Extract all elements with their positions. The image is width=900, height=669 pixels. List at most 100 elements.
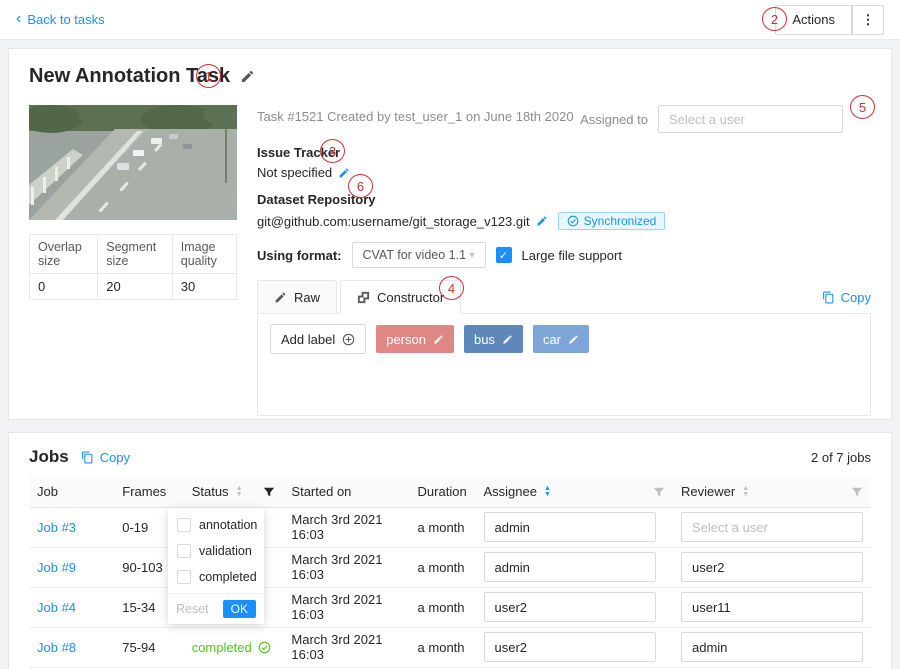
status-label: completed (192, 640, 252, 655)
large-file-label: Large file support (522, 248, 622, 263)
tab-constructor[interactable]: Constructor (340, 280, 461, 314)
chevron-left-icon: ‹ (16, 11, 21, 27)
sync-status-badge: Synchronized (558, 212, 666, 230)
job-link[interactable]: Job #4 (37, 600, 76, 615)
filter-option-label: validation (199, 544, 252, 558)
reviewer-select[interactable]: Select a user (681, 512, 863, 542)
label-chip-name: person (386, 332, 426, 347)
filter-option-label: annotation (199, 518, 257, 532)
job-row: Job #4 15-34 March 3rd 2021 16:03 a mont… (29, 587, 871, 627)
format-select-value: CVAT for video 1.1 (363, 248, 467, 262)
column-header-frames[interactable]: Frames (114, 477, 183, 507)
reviewer-select[interactable]: user11 (681, 592, 863, 622)
column-header-started[interactable]: Started on (283, 477, 409, 507)
tab-raw[interactable]: Raw (257, 280, 337, 314)
add-label-button[interactable]: Add label (270, 324, 366, 354)
copy-icon (822, 291, 835, 304)
tab-constructor-label: Constructor (377, 290, 444, 305)
assigned-to-label: Assigned to (580, 112, 648, 127)
label-chip-name: car (543, 332, 561, 347)
assignee-select[interactable]: user2 (484, 592, 656, 622)
filter-funnel-icon[interactable] (653, 486, 665, 498)
column-header-assignee[interactable]: Assignee ▲▼ (476, 477, 674, 507)
large-file-checkbox[interactable]: ✓ (496, 247, 512, 263)
duration-cell: a month (410, 627, 476, 667)
check-circle-icon (258, 641, 271, 654)
filter-ok-button[interactable]: OK (223, 600, 256, 618)
assignee-placeholder: Select a user (669, 112, 745, 127)
tab-raw-label: Raw (294, 290, 320, 305)
edit-title-icon[interactable] (240, 69, 255, 84)
check-icon: ✓ (499, 249, 508, 262)
assignee-select[interactable]: admin (484, 552, 656, 582)
plus-circle-icon (342, 333, 355, 346)
param-value: 0 (30, 274, 98, 300)
dataset-repository-label: Dataset Repository (257, 192, 871, 207)
using-format-label: Using format: (257, 248, 342, 263)
column-header-job[interactable]: Job (29, 477, 114, 507)
sorter-icon[interactable]: ▲▼ (236, 486, 243, 498)
check-circle-icon (567, 215, 579, 227)
actions-menu-button[interactable]: ⋮ (852, 5, 884, 35)
reviewer-select[interactable]: user2 (681, 552, 863, 582)
pencil-icon[interactable] (568, 334, 579, 345)
label-chip-bus[interactable]: bus (464, 325, 523, 353)
column-header-duration[interactable]: Duration (410, 477, 476, 507)
task-meta: Task #1521 Created by test_user_1 on Jun… (257, 105, 574, 124)
actions-button[interactable]: Actions (775, 5, 852, 35)
pencil-icon[interactable] (433, 334, 444, 345)
reviewer-select[interactable]: admin (681, 632, 863, 662)
back-to-tasks-link[interactable]: ‹ Back to tasks (16, 12, 105, 27)
column-header-status[interactable]: Status ▲▼ (184, 477, 284, 507)
filter-reset-button[interactable]: Reset (176, 602, 209, 616)
duration-cell: a month (410, 547, 476, 587)
format-select[interactable]: CVAT for video 1.1 ▾ (352, 242, 486, 268)
pencil-icon (274, 291, 287, 304)
jobs-table: Job Frames Status ▲▼ Started on Duration (29, 477, 871, 668)
issue-tracker-value: Not specified (257, 165, 332, 180)
status-cell: completed (184, 627, 284, 667)
frames-cell: 75-94 (114, 627, 183, 667)
sorter-icon[interactable]: ▲▼ (742, 486, 749, 498)
job-row: Job #8 75-94 completed March 3rd 2021 16… (29, 627, 871, 667)
label-chip-car[interactable]: car (533, 325, 589, 353)
job-link[interactable]: Job #9 (37, 560, 76, 575)
filter-funnel-icon[interactable] (263, 486, 275, 498)
filter-funnel-icon[interactable] (851, 486, 863, 498)
topbar: ‹ Back to tasks Actions ⋮ (0, 0, 900, 40)
job-link[interactable]: Job #8 (37, 640, 76, 655)
job-link[interactable]: Job #3 (37, 520, 76, 535)
task-assignee-select[interactable]: Select a user (658, 105, 843, 133)
filter-option-validation[interactable]: validation (168, 538, 264, 564)
copy-labels-label: Copy (841, 290, 871, 305)
filter-option-label: completed (199, 570, 257, 584)
sorter-icon[interactable]: ▲▼ (544, 486, 551, 498)
filter-option-completed[interactable]: completed (168, 564, 264, 590)
status-filter-dropdown: annotation validation completed Reset OK (168, 508, 264, 624)
task-preview-image (29, 105, 237, 220)
pencil-icon[interactable] (502, 334, 513, 345)
label-chip-person[interactable]: person (376, 325, 454, 353)
copy-jobs-link[interactable]: Copy (81, 450, 130, 465)
checkbox[interactable] (177, 570, 191, 584)
column-header-reviewer[interactable]: Reviewer ▲▼ (673, 477, 871, 507)
started-cell: March 3rd 2021 16:03 (283, 507, 409, 547)
started-cell: March 3rd 2021 16:03 (283, 587, 409, 627)
started-cell: March 3rd 2021 16:03 (283, 627, 409, 667)
edit-issue-tracker-icon[interactable] (338, 167, 350, 179)
checkbox[interactable] (177, 544, 191, 558)
page: ‹ Back to tasks Actions ⋮ New Annotation… (0, 0, 900, 669)
page-title: New Annotation Task (29, 65, 230, 88)
issue-tracker-label: Issue Tracker (257, 145, 871, 160)
job-row: Job #3 0-19 March 3rd 2021 16:03 a month… (29, 507, 871, 547)
checkbox[interactable] (177, 518, 191, 532)
assignee-select[interactable]: admin (484, 512, 656, 542)
assignee-select[interactable]: user2 (484, 632, 656, 662)
filter-option-annotation[interactable]: annotation (168, 512, 264, 538)
jobs-title: Jobs (29, 447, 69, 467)
param-value: 30 (172, 274, 236, 300)
edit-repository-icon[interactable] (536, 215, 548, 227)
copy-labels-link[interactable]: Copy (822, 290, 871, 313)
jobs-count: 2 of 7 jobs (811, 450, 871, 465)
param-header: Overlap size (30, 235, 98, 274)
